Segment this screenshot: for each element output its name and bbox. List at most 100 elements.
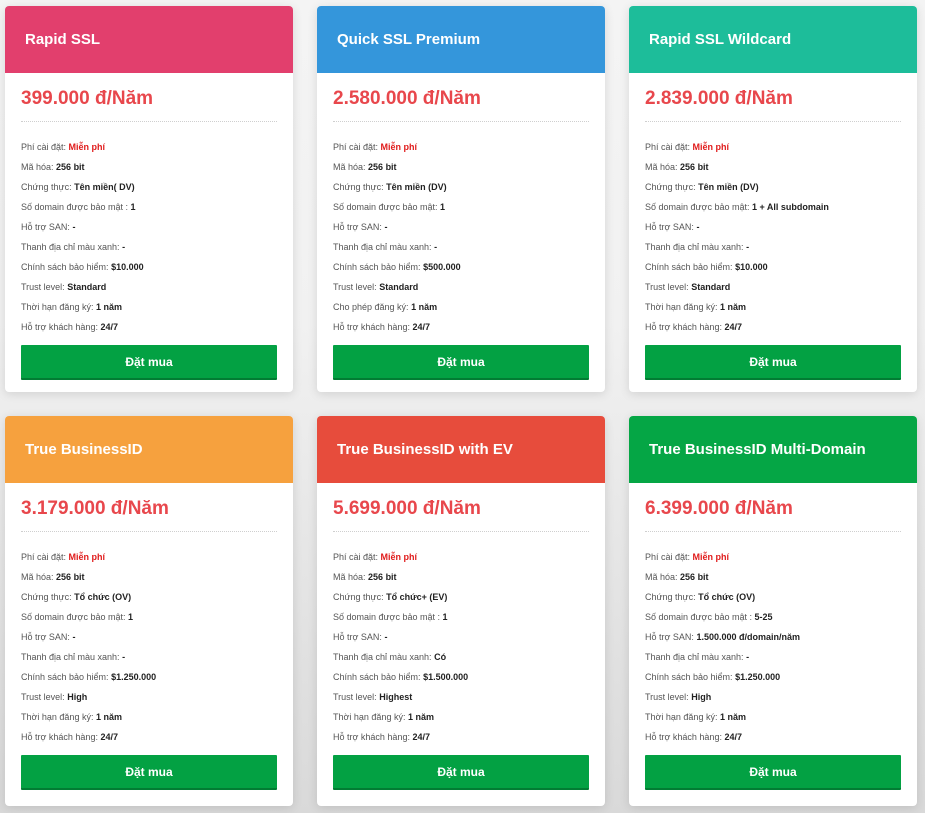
buy-button[interactable]: Đặt mua [333,755,589,790]
feature-label: Mã hóa: [333,162,366,172]
feature-item: Chính sách bảo hiểm: $1.250.000 [21,667,293,687]
feature-item: Mã hóa: 256 bit [333,567,605,587]
feature-label: Trust level: [333,692,377,702]
buy-button[interactable]: Đặt mua [21,345,277,380]
feature-value: 1 [128,612,134,622]
feature-label: Chứng thực: [333,182,384,192]
card-title: True BusinessID Multi-Domain [649,441,866,458]
feature-item: Thanh địa chỉ màu xanh: - [333,237,605,257]
feature-value: Highest [379,692,413,702]
feature-item: Chứng thực: Tên miền( DV) [21,177,293,197]
feature-value: Standard [67,282,107,292]
feature-label: Trust level: [645,692,689,702]
feature-value: Tổ chức (OV) [698,592,756,602]
buy-button[interactable]: Đặt mua [645,345,901,380]
feature-label: Phí cài đặt: [21,142,67,152]
feature-value: 1 năm [95,302,122,312]
feature-label: Chính sách bảo hiểm: [645,262,733,272]
feature-label: Phí cài đặt: [333,552,379,562]
feature-value: 256 bit [680,162,709,172]
feature-item: Phí cài đặt: Miễn phí [333,547,605,567]
card-price: 5.699.000 đ/Năm [333,498,589,532]
feature-label: Số domain được bảo mật: [21,612,126,622]
card-price: 2.580.000 đ/Năm [333,88,589,122]
feature-label: Chính sách bảo hiểm: [21,672,109,682]
feature-item: Hỗ trợ khách hàng: 24/7 [645,317,917,337]
feature-label: Thanh địa chỉ màu xanh: [333,242,432,252]
feature-label: Trust level: [21,282,65,292]
feature-item: Trust level: Standard [21,277,293,297]
feature-value: Miễn phí [68,552,106,562]
card-title: Quick SSL Premium [337,31,481,48]
feature-value: $1.250.000 [111,672,157,682]
pricing-card-true-businessid-ev: True BusinessID with EV 5.699.000 đ/Năm … [317,416,605,806]
buy-button[interactable]: Đặt mua [333,345,589,380]
feature-value: Standard [691,282,731,292]
feature-list: Phí cài đặt: Miễn phí Mã hóa: 256 bit Ch… [645,547,917,747]
pricing-card-rapid-ssl-wildcard: Rapid SSL Wildcard 2.839.000 đ/Năm Phí c… [629,6,917,392]
feature-label: Trust level: [21,692,65,702]
feature-item: Hỗ trợ khách hàng: 24/7 [21,317,293,337]
feature-item: Số domain được bảo mật : 1 [21,197,293,217]
feature-item: Trust level: Standard [645,277,917,297]
feature-item: Thời hạn đăng ký: 1 năm [333,707,605,727]
feature-label: Hỗ trợ khách hàng: [21,732,98,742]
feature-value: Tổ chức (OV) [74,592,132,602]
feature-label: Hỗ trợ SAN: [645,632,694,642]
feature-item: Hỗ trợ khách hàng: 24/7 [333,317,605,337]
feature-label: Hỗ trợ SAN: [333,222,382,232]
feature-label: Phí cài đặt: [645,142,691,152]
feature-value: Tổ chức+ (EV) [386,592,448,602]
feature-item: Số domain được bảo mật: 1 [21,607,293,627]
feature-value: High [691,692,712,702]
feature-label: Hỗ trợ khách hàng: [333,732,410,742]
feature-label: Hỗ trợ SAN: [333,632,382,642]
feature-value: 256 bit [56,162,85,172]
card-price: 399.000 đ/Năm [21,88,277,122]
feature-label: Cho phép đăng ký: [333,302,409,312]
feature-value: - [122,652,126,662]
feature-value: 256 bit [680,572,709,582]
buy-button[interactable]: Đặt mua [21,755,277,790]
feature-item: Phí cài đặt: Miễn phí [21,547,293,567]
feature-value: - [746,242,750,252]
feature-item: Thanh địa chỉ màu xanh: Có [333,647,605,667]
feature-label: Thời hạn đăng ký: [645,302,718,312]
feature-item: Chứng thực: Tổ chức+ (EV) [333,587,605,607]
feature-value: 1.500.000 đ/domain/năm [696,632,800,642]
feature-label: Mã hóa: [645,572,678,582]
feature-item: Hỗ trợ khách hàng: 24/7 [21,727,293,747]
feature-item: Hỗ trợ SAN: - [21,217,293,237]
feature-label: Phí cài đặt: [333,142,379,152]
feature-value: 24/7 [412,322,430,332]
feature-item: Hỗ trợ khách hàng: 24/7 [333,727,605,747]
card-header: Rapid SSL Wildcard [629,6,917,73]
feature-item: Thời hạn đăng ký: 1 năm [645,707,917,727]
feature-label: Chính sách bảo hiểm: [21,262,109,272]
card-title: Rapid SSL [25,31,101,48]
feature-label: Số domain được bảo mật : [645,612,752,622]
feature-value: 24/7 [100,322,118,332]
feature-label: Trust level: [333,282,377,292]
feature-item: Thời hạn đăng ký: 1 năm [21,707,293,727]
feature-item: Trust level: Standard [333,277,605,297]
feature-item: Mã hóa: 256 bit [21,567,293,587]
feature-item: Chính sách bảo hiểm: $10.000 [645,257,917,277]
feature-value: 1 + All subdomain [752,202,829,212]
feature-value: 256 bit [368,162,397,172]
feature-value: 1 năm [407,712,434,722]
feature-item: Thanh địa chỉ màu xanh: - [645,647,917,667]
feature-list: Phí cài đặt: Miễn phí Mã hóa: 256 bit Ch… [21,547,293,747]
feature-label: Mã hóa: [645,162,678,172]
feature-label: Thanh địa chỉ màu xanh: [21,242,120,252]
feature-value: - [696,222,700,232]
buy-button[interactable]: Đặt mua [645,755,901,790]
feature-label: Số domain được bảo mật : [333,612,440,622]
feature-value: Miễn phí [692,552,730,562]
feature-label: Mã hóa: [21,572,54,582]
feature-value: 24/7 [724,322,742,332]
feature-list: Phí cài đặt: Miễn phí Mã hóa: 256 bit Ch… [333,137,605,337]
feature-value: 24/7 [724,732,742,742]
feature-label: Hỗ trợ SAN: [21,632,70,642]
feature-value: Tên miền (DV) [386,182,447,192]
